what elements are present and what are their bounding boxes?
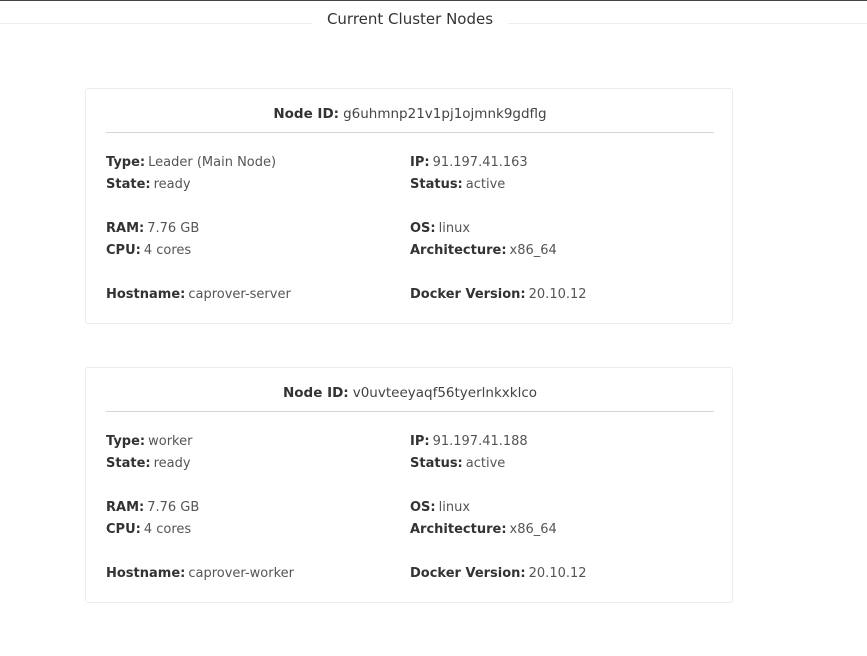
node-state-label: State: (106, 177, 151, 192)
card-divider (106, 411, 714, 412)
node-architecture-value: x86_64 (509, 522, 557, 537)
node-cpu-label: CPU: (106, 522, 141, 537)
node-id-label: Node ID: (273, 106, 340, 122)
node-state: State: ready (106, 176, 191, 194)
node-docker-version-label: Docker Version: (410, 287, 526, 302)
node-architecture-value: x86_64 (509, 243, 557, 258)
node-status-label: Status: (410, 456, 463, 471)
node-type-value: worker (148, 434, 193, 449)
node-hostname-label: Hostname: (106, 566, 186, 581)
node-os-label: OS: (410, 221, 436, 236)
node-card: Node ID: v0uvteeyaqf56tyerlnkxklco Type: w… (85, 367, 733, 603)
node-hostname-label: Hostname: (106, 287, 186, 302)
node-ip: IP: 91.197.41.163 (410, 154, 528, 172)
node-ram-label: RAM: (106, 500, 145, 515)
node-cpu-value: 4 cores (143, 522, 192, 537)
section-header: Current Cluster Nodes (0, 10, 867, 32)
node-state: State: ready (106, 455, 191, 473)
node-ram-label: RAM: (106, 221, 145, 236)
node-id-value: v0uvteeyaqf56tyerlnkxklco (352, 385, 538, 401)
node-type-label: Type: (106, 155, 146, 170)
node-status-value: active (465, 456, 506, 471)
node-ip-value: 91.197.41.188 (432, 434, 528, 449)
node-state-value: ready (153, 456, 191, 471)
section-divider-right (508, 23, 867, 24)
node-os: OS: linux (410, 499, 470, 517)
node-id-heading: Node ID: g6uhmnp21v1pj1ojmnk9gdflg (106, 106, 714, 122)
node-cpu-value: 4 cores (143, 243, 192, 258)
node-os-label: OS: (410, 500, 436, 515)
node-id-label: Node ID: (282, 385, 349, 401)
node-status-label: Status: (410, 177, 463, 192)
node-docker-version: Docker Version: 20.10.12 (410, 286, 587, 304)
node-ram-value: 7.76 GB (147, 500, 200, 515)
node-hostname-value: caprover-worker (188, 566, 294, 581)
node-docker-version-value: 20.10.12 (528, 287, 587, 302)
node-ram: RAM: 7.76 GB (106, 499, 199, 517)
node-type: Type: worker (106, 433, 192, 451)
node-hostname: Hostname: caprover-worker (106, 565, 294, 583)
node-cpu: CPU: 4 cores (106, 242, 191, 260)
node-state-label: State: (106, 456, 151, 471)
node-hostname: Hostname: caprover-server (106, 286, 291, 304)
node-ram: RAM: 7.76 GB (106, 220, 199, 238)
section-title: Current Cluster Nodes (326, 10, 494, 28)
node-status-value: active (465, 177, 506, 192)
node-id-value: g6uhmnp21v1pj1ojmnk9gdflg (343, 106, 547, 122)
node-architecture-label: Architecture: (410, 243, 507, 258)
node-type-value: Leader (Main Node) (148, 155, 277, 170)
node-architecture: Architecture: x86_64 (410, 242, 557, 260)
node-ip-value: 91.197.41.163 (432, 155, 528, 170)
node-cpu: CPU: 4 cores (106, 521, 191, 539)
node-ip-label: IP: (410, 434, 430, 449)
node-id-heading: Node ID: v0uvteeyaqf56tyerlnkxklco (106, 385, 714, 401)
node-architecture-label: Architecture: (410, 522, 507, 537)
node-cpu-label: CPU: (106, 243, 141, 258)
node-status: Status: active (410, 176, 505, 194)
node-os-value: linux (438, 221, 471, 236)
card-divider (106, 132, 714, 133)
node-ip: IP: 91.197.41.188 (410, 433, 528, 451)
node-docker-version-value: 20.10.12 (528, 566, 587, 581)
node-card: Node ID: g6uhmnp21v1pj1ojmnk9gdflg Type: L… (85, 88, 733, 324)
node-docker-version: Docker Version: 20.10.12 (410, 565, 587, 583)
node-status: Status: active (410, 455, 505, 473)
top-border (0, 0, 867, 1)
node-ram-value: 7.76 GB (147, 221, 200, 236)
node-state-value: ready (153, 177, 191, 192)
node-type: Type: Leader (Main Node) (106, 154, 276, 172)
node-os-value: linux (438, 500, 471, 515)
node-architecture: Architecture: x86_64 (410, 521, 557, 539)
node-hostname-value: caprover-server (188, 287, 291, 302)
node-docker-version-label: Docker Version: (410, 566, 526, 581)
node-ip-label: IP: (410, 155, 430, 170)
section-divider-left (0, 23, 312, 24)
node-os: OS: linux (410, 220, 470, 238)
node-type-label: Type: (106, 434, 146, 449)
